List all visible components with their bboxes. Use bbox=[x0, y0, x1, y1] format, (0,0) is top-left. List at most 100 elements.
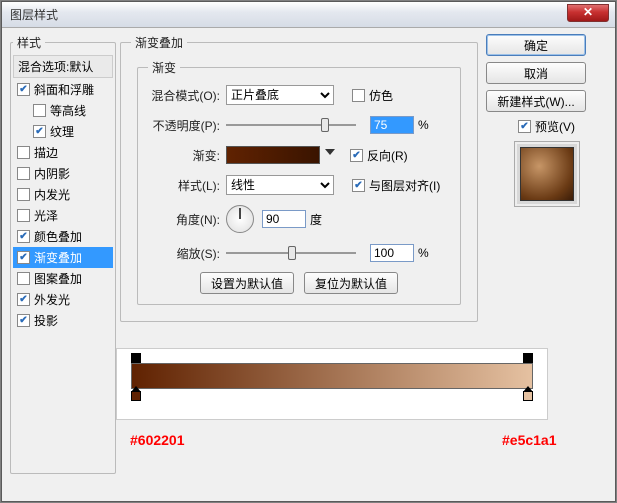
style-item-label: 内发光 bbox=[34, 186, 70, 203]
titlebar[interactable]: 图层样式 ✕ bbox=[2, 2, 615, 28]
style-item-斜面和浮雕[interactable]: 斜面和浮雕 bbox=[13, 79, 113, 100]
reverse-checkbox[interactable] bbox=[350, 149, 363, 162]
style-item-checkbox[interactable] bbox=[17, 293, 30, 306]
align-label: 与图层对齐(I) bbox=[369, 177, 440, 194]
set-default-button[interactable]: 设置为默认值 bbox=[200, 272, 294, 294]
blend-mode-label: 混合模式(O): bbox=[148, 87, 226, 104]
row-scale: 缩放(S): % bbox=[148, 242, 450, 264]
row-opacity: 不透明度(P): % bbox=[148, 114, 450, 136]
reset-default-button[interactable]: 复位为默认值 bbox=[304, 272, 398, 294]
style-item-纹理[interactable]: 纹理 bbox=[13, 121, 113, 142]
angle-unit: 度 bbox=[310, 211, 322, 228]
opacity-stop-right[interactable] bbox=[523, 353, 533, 363]
style-item-checkbox[interactable] bbox=[17, 230, 30, 243]
align-checkbox[interactable] bbox=[352, 179, 365, 192]
style-item-checkbox[interactable] bbox=[17, 83, 30, 96]
scale-label: 缩放(S): bbox=[148, 245, 226, 262]
style-item-颜色叠加[interactable]: 颜色叠加 bbox=[13, 226, 113, 247]
style-item-checkbox[interactable] bbox=[33, 104, 46, 117]
style-item-外发光[interactable]: 外发光 bbox=[13, 289, 113, 310]
gradient-overlay-group: 渐变叠加 渐变 混合模式(O): 正片叠底 仿色 不透明度(P): bbox=[120, 34, 478, 322]
style-item-checkbox[interactable] bbox=[17, 272, 30, 285]
style-item-label: 外发光 bbox=[34, 291, 70, 308]
opacity-stop-left[interactable] bbox=[131, 353, 141, 363]
style-item-内发光[interactable]: 内发光 bbox=[13, 184, 113, 205]
color-stop-right[interactable] bbox=[523, 391, 533, 401]
style-item-checkbox[interactable] bbox=[17, 146, 30, 159]
style-item-label: 光泽 bbox=[34, 207, 58, 224]
row-style: 样式(L): 线性 与图层对齐(I) bbox=[148, 174, 450, 196]
cancel-button[interactable]: 取消 bbox=[486, 62, 586, 84]
style-item-描边[interactable]: 描边 bbox=[13, 142, 113, 163]
style-label: 样式(L): bbox=[148, 177, 226, 194]
style-item-投影[interactable]: 投影 bbox=[13, 310, 113, 331]
gradient-inner-group: 渐变 混合模式(O): 正片叠底 仿色 不透明度(P): bbox=[137, 59, 461, 305]
opacity-input[interactable] bbox=[370, 116, 414, 134]
dialog-body: 样式 混合选项:默认 斜面和浮雕等高线纹理描边内阴影内发光光泽颜色叠加渐变叠加图… bbox=[2, 28, 615, 482]
row-gradient: 渐变: 反向(R) bbox=[148, 144, 450, 166]
style-item-label: 图案叠加 bbox=[34, 270, 82, 287]
left-column: 样式 混合选项:默认 斜面和浮雕等高线纹理描边内阴影内发光光泽颜色叠加渐变叠加图… bbox=[10, 34, 116, 474]
new-style-button[interactable]: 新建样式(W)... bbox=[486, 90, 586, 112]
opacity-label: 不透明度(P): bbox=[148, 117, 226, 134]
scale-input[interactable] bbox=[370, 244, 414, 262]
style-item-checkbox[interactable] bbox=[17, 209, 30, 222]
middle-column: 渐变叠加 渐变 混合模式(O): 正片叠底 仿色 不透明度(P): bbox=[120, 34, 478, 474]
style-item-label: 渐变叠加 bbox=[34, 249, 82, 266]
style-item-checkbox[interactable] bbox=[33, 125, 46, 138]
gradient-editor[interactable] bbox=[116, 348, 548, 420]
angle-dial[interactable] bbox=[226, 205, 254, 233]
preview-box bbox=[514, 141, 580, 207]
dither-checkbox[interactable] bbox=[352, 89, 365, 102]
ok-button[interactable]: 确定 bbox=[486, 34, 586, 56]
blend-options-label: 混合选项:默认 bbox=[18, 60, 93, 74]
scale-slider[interactable] bbox=[226, 246, 356, 260]
gradient-swatch[interactable] bbox=[226, 146, 320, 164]
style-item-label: 等高线 bbox=[50, 102, 86, 119]
styles-fieldset: 样式 混合选项:默认 斜面和浮雕等高线纹理描边内阴影内发光光泽颜色叠加渐变叠加图… bbox=[10, 34, 116, 474]
preview-label: 预览(V) bbox=[535, 118, 575, 135]
close-icon: ✕ bbox=[583, 5, 593, 19]
blend-mode-select[interactable]: 正片叠底 bbox=[226, 85, 334, 105]
preview-row: 预览(V) bbox=[486, 118, 607, 135]
style-item-等高线[interactable]: 等高线 bbox=[13, 100, 113, 121]
blend-options-header[interactable]: 混合选项:默认 bbox=[13, 55, 113, 78]
style-item-光泽[interactable]: 光泽 bbox=[13, 205, 113, 226]
angle-input[interactable] bbox=[262, 210, 306, 228]
style-item-label: 颜色叠加 bbox=[34, 228, 82, 245]
opacity-pct: % bbox=[418, 118, 429, 132]
style-item-label: 纹理 bbox=[50, 123, 74, 140]
gradient-label: 渐变: bbox=[148, 147, 226, 164]
style-item-label: 投影 bbox=[34, 312, 58, 329]
hex-right-label: #e5c1a1 bbox=[502, 432, 557, 448]
close-button[interactable]: ✕ bbox=[567, 4, 609, 22]
opacity-slider[interactable] bbox=[226, 118, 356, 132]
style-item-渐变叠加[interactable]: 渐变叠加 bbox=[13, 247, 113, 268]
layer-style-dialog: 图层样式 ✕ 样式 混合选项:默认 斜面和浮雕等高线纹理描边内阴影内发光光泽颜色… bbox=[1, 1, 616, 502]
style-select[interactable]: 线性 bbox=[226, 175, 334, 195]
style-item-checkbox[interactable] bbox=[17, 251, 30, 264]
preview-checkbox[interactable] bbox=[518, 120, 531, 133]
style-item-label: 内阴影 bbox=[34, 165, 70, 182]
style-item-checkbox[interactable] bbox=[17, 188, 30, 201]
style-item-checkbox[interactable] bbox=[17, 314, 30, 327]
row-blend-mode: 混合模式(O): 正片叠底 仿色 bbox=[148, 84, 450, 106]
hex-left-label: #602201 bbox=[130, 432, 185, 448]
style-item-checkbox[interactable] bbox=[17, 167, 30, 180]
preview-thumb bbox=[520, 147, 574, 201]
style-item-label: 描边 bbox=[34, 144, 58, 161]
window-title: 图层样式 bbox=[10, 8, 58, 22]
angle-label: 角度(N): bbox=[148, 211, 226, 228]
gradient-bar[interactable] bbox=[131, 363, 533, 389]
color-stop-left[interactable] bbox=[131, 391, 141, 401]
style-item-内阴影[interactable]: 内阴影 bbox=[13, 163, 113, 184]
style-item-label: 斜面和浮雕 bbox=[34, 81, 94, 98]
reverse-label: 反向(R) bbox=[367, 147, 408, 164]
gradient-inner-legend: 渐变 bbox=[148, 59, 180, 76]
style-item-图案叠加[interactable]: 图案叠加 bbox=[13, 268, 113, 289]
style-list: 斜面和浮雕等高线纹理描边内阴影内发光光泽颜色叠加渐变叠加图案叠加外发光投影 bbox=[13, 79, 113, 331]
row-angle: 角度(N): 度 bbox=[148, 204, 450, 234]
dither-label: 仿色 bbox=[369, 87, 393, 104]
styles-legend: 样式 bbox=[13, 34, 45, 51]
gradient-overlay-legend: 渐变叠加 bbox=[131, 34, 187, 51]
